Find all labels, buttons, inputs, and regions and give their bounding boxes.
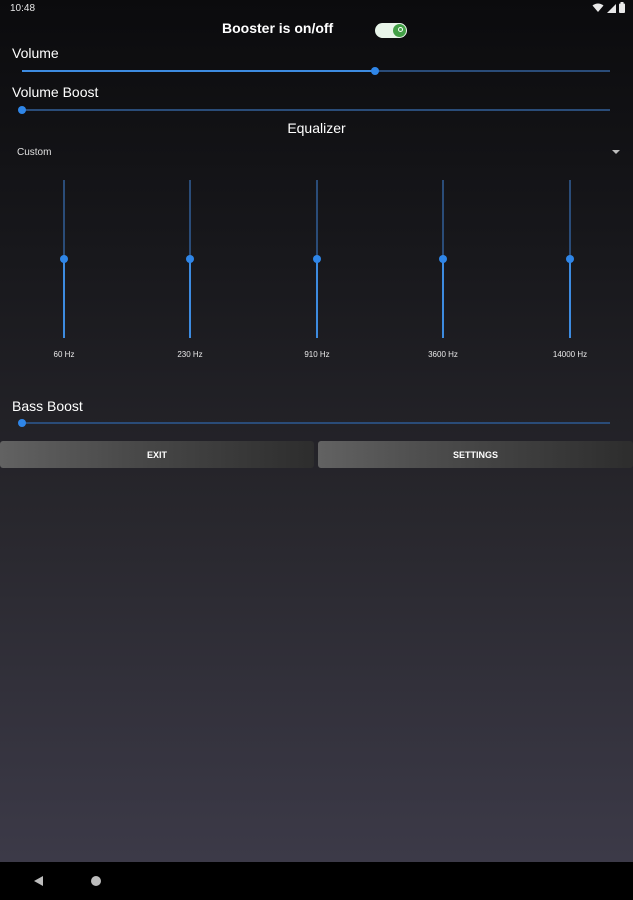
back-icon[interactable] xyxy=(34,876,43,886)
status-bar: 10:48 xyxy=(0,0,633,18)
bass-boost-slider-thumb[interactable] xyxy=(18,419,26,427)
volume-boost-label: Volume Boost xyxy=(12,84,99,100)
eq-band-230hz: 230 Hz xyxy=(165,180,215,370)
booster-label: Booster is on/off xyxy=(222,20,334,36)
eq-band-fill xyxy=(63,259,65,338)
eq-band-60hz: 60 Hz xyxy=(39,180,89,370)
eq-band-fill xyxy=(316,259,318,338)
equalizer-title: Equalizer xyxy=(287,120,346,136)
preset-select[interactable]: Custom xyxy=(17,147,51,158)
status-time: 10:48 xyxy=(10,3,36,14)
signal-icon xyxy=(607,3,616,13)
eq-band-thumb[interactable] xyxy=(313,255,321,263)
home-icon[interactable] xyxy=(91,876,101,886)
volume-boost-slider[interactable] xyxy=(18,106,610,114)
dropdown-arrow-icon[interactable] xyxy=(612,150,620,154)
volume-label: Volume xyxy=(12,45,59,61)
eq-band-frequency-label: 14000 Hz xyxy=(552,350,588,359)
volume-slider-thumb[interactable] xyxy=(370,67,379,75)
toggle-ring-icon xyxy=(398,27,403,32)
status-icons xyxy=(592,2,625,13)
eq-band-frequency-label: 60 Hz xyxy=(53,350,75,359)
wifi-icon xyxy=(592,3,604,13)
eq-band-fill xyxy=(189,259,191,338)
battery-icon xyxy=(619,2,625,13)
volume-slider-fill xyxy=(22,70,375,72)
eq-band-thumb[interactable] xyxy=(186,255,194,263)
eq-band-14000hz: 14000 Hz xyxy=(545,180,595,370)
eq-band-910hz: 910 Hz xyxy=(292,180,342,370)
eq-band-fill xyxy=(569,259,571,338)
settings-button[interactable]: SETTINGS xyxy=(318,441,633,468)
eq-band-frequency-label: 230 Hz xyxy=(177,350,203,359)
eq-band-thumb[interactable] xyxy=(566,255,574,263)
eq-band-fill xyxy=(442,259,444,338)
eq-band-thumb[interactable] xyxy=(439,255,447,263)
bass-boost-label: Bass Boost xyxy=(12,398,83,414)
exit-button[interactable]: EXIT xyxy=(0,441,314,468)
volume-boost-slider-thumb[interactable] xyxy=(18,106,26,114)
bass-boost-slider[interactable] xyxy=(18,419,610,427)
booster-toggle[interactable] xyxy=(375,23,407,38)
eq-band-3600hz: 3600 Hz xyxy=(418,180,468,370)
eq-band-thumb[interactable] xyxy=(60,255,68,263)
eq-band-frequency-label: 3600 Hz xyxy=(428,350,458,359)
volume-slider[interactable] xyxy=(22,67,610,75)
eq-band-frequency-label: 910 Hz xyxy=(304,350,330,359)
